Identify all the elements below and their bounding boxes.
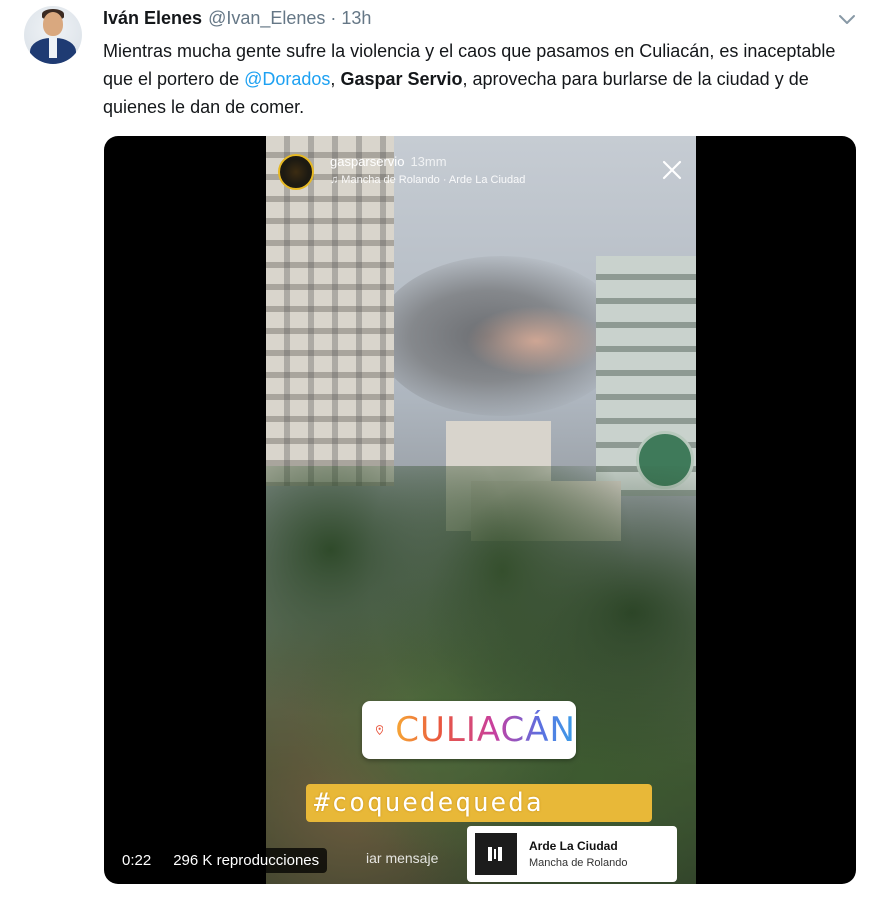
- hashtag-text: #coquedequeda: [314, 788, 544, 818]
- music-card: Arde La Ciudad Mancha de Rolando: [467, 826, 677, 882]
- avatar[interactable]: [24, 6, 82, 64]
- video-duration: 0:22: [114, 848, 160, 873]
- author-handle[interactable]: @Ivan_Elenes: [208, 8, 325, 29]
- chevron-down-icon[interactable]: [836, 10, 858, 28]
- hashtag-sticker: #coquedequeda: [306, 784, 652, 822]
- video-views: 296 K reproducciones: [165, 848, 328, 873]
- story-frame: gasparservio 13mm ♫ Mancha de Rolando · A…: [266, 136, 696, 884]
- story-header: gasparservio 13mm ♫ Mancha de Rolando · A…: [278, 152, 684, 192]
- mention-link[interactable]: @Dorados: [244, 69, 330, 89]
- location-text: CULIACÁN: [395, 710, 576, 750]
- separator: ·: [330, 8, 337, 28]
- music-info: Arde La Ciudad Mancha de Rolando: [529, 839, 627, 869]
- author-name[interactable]: Iván Elenes: [103, 8, 202, 29]
- music-art-icon: [475, 833, 517, 875]
- story-music-line: ♫ Mancha de Rolando · Arde La Ciudad: [330, 174, 526, 186]
- avatar-shirt: [49, 38, 57, 58]
- video-player[interactable]: gasparservio 13mm ♫ Mancha de Rolando · A…: [104, 136, 856, 884]
- tweet-text: Mientras mucha gente sufre la violencia …: [103, 37, 863, 121]
- location-sticker: CULIACÁN: [362, 701, 576, 759]
- story-username: gasparservio: [330, 154, 405, 169]
- smoke-glow: [466, 306, 606, 376]
- close-icon: [662, 160, 682, 180]
- location-pin-icon: [376, 725, 384, 735]
- avatar-head: [43, 12, 63, 36]
- story-user: gasparservio 13mm: [330, 154, 447, 169]
- bold-name: Gaspar Servio: [340, 69, 463, 89]
- music-artist: Mancha de Rolando: [529, 857, 628, 869]
- tweet: Iván Elenes @Ivan_Elenes · 13h Mientras …: [0, 0, 878, 900]
- send-message-text: iar mensaje: [366, 850, 439, 866]
- story-avatar: [278, 154, 314, 190]
- music-title: Arde La Ciudad: [529, 839, 618, 853]
- tweet-text-part2: ,: [330, 69, 341, 89]
- video-badges: 0:22 296 K reproducciones: [114, 848, 328, 873]
- story-time: 13mm: [410, 154, 447, 169]
- tweet-time[interactable]: 13h: [341, 8, 371, 29]
- tweet-header: Iván Elenes @Ivan_Elenes · 13h: [103, 8, 371, 32]
